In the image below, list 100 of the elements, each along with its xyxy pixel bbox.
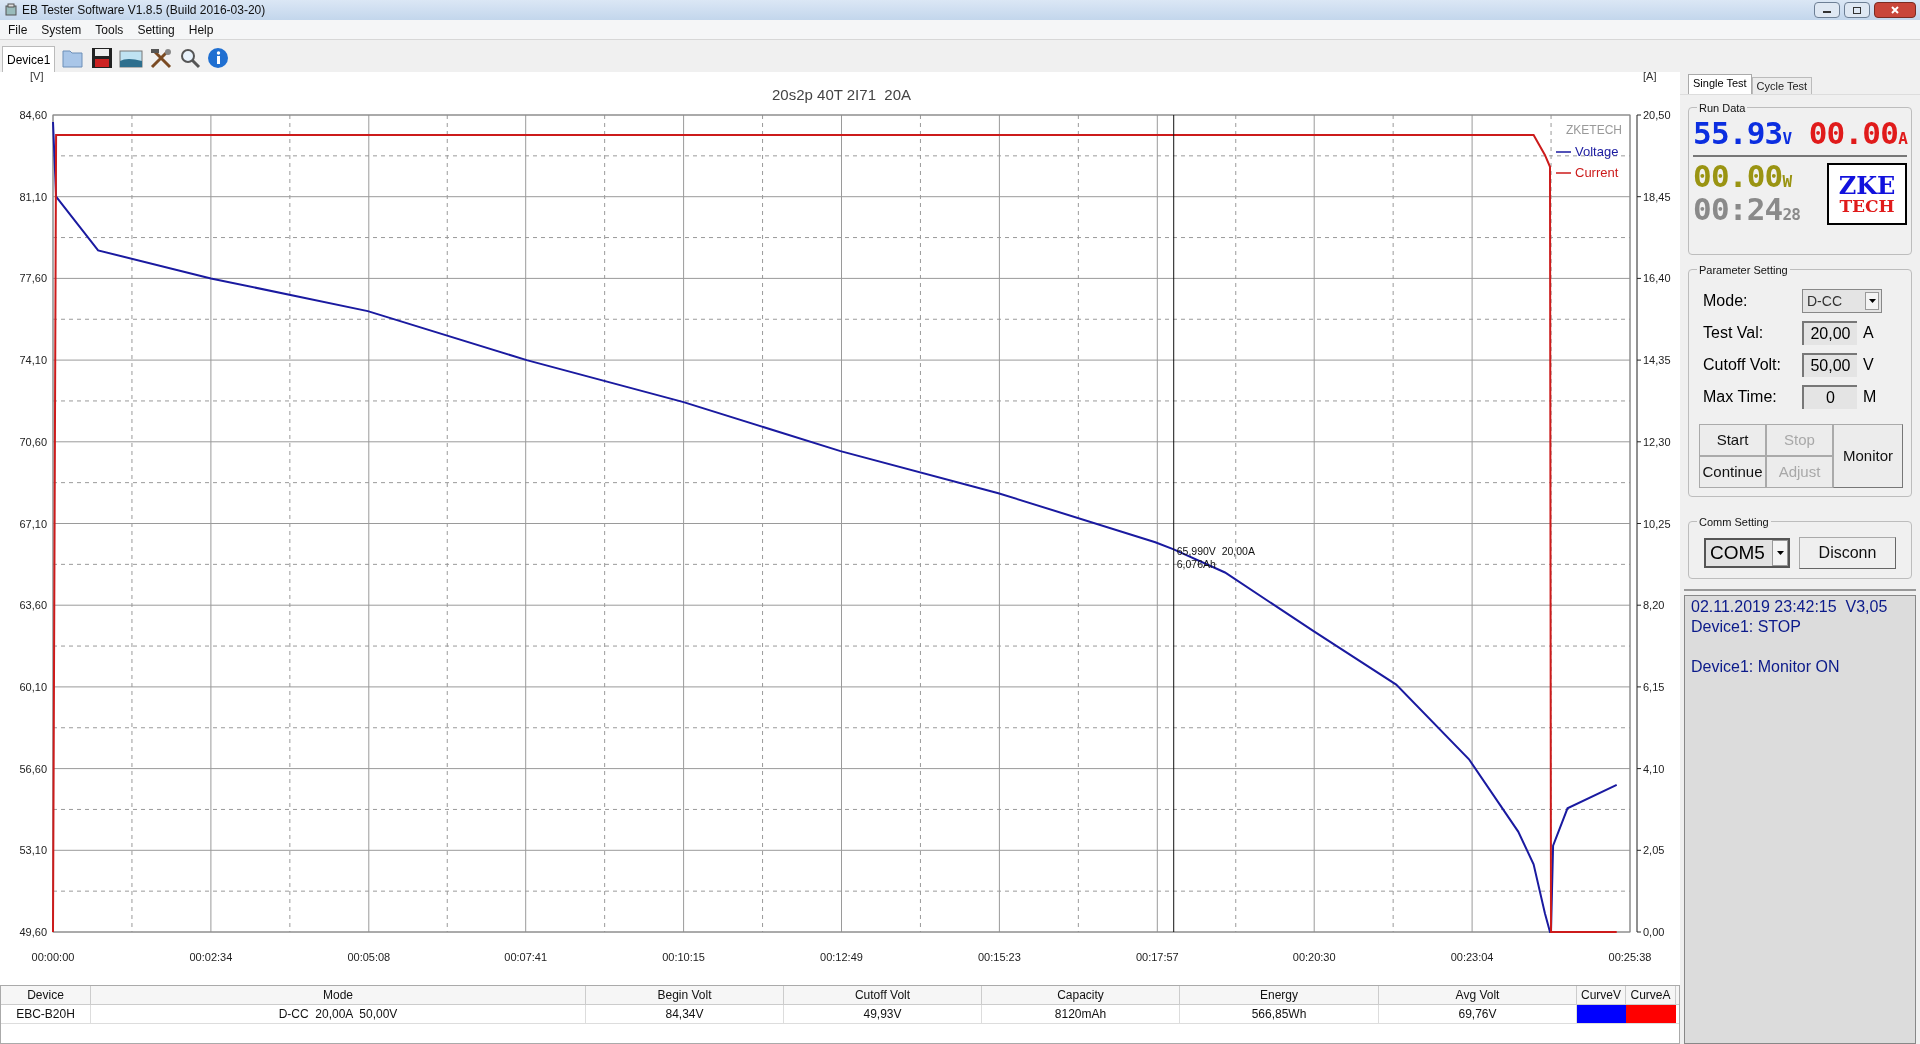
axis-tick-label: 53,10: [19, 844, 47, 857]
axis-tick-label: 70,60: [19, 435, 47, 448]
axis-tick-label: 8,20: [1643, 599, 1665, 612]
field-label: Cutoff Volt:: [1702, 355, 1782, 375]
image-icon[interactable]: [119, 49, 144, 69]
mode-select[interactable]: D-CC: [1802, 289, 1882, 313]
column-header[interactable]: Avg Volt: [1379, 986, 1577, 1004]
axis-tick-label: 84,60: [19, 109, 47, 121]
table-cell: D-CC 20,00A 50,00V: [91, 1005, 586, 1023]
maximize-button[interactable]: [1844, 2, 1870, 18]
axis-tick-label: 00:17:57: [1135, 951, 1179, 963]
app-icon: [4, 3, 18, 17]
axis-tick-label: 00:20:30: [1292, 951, 1336, 963]
chart-title: 20s2p 40T 2I71 20A: [772, 86, 911, 103]
unit-label: V: [1863, 355, 1874, 375]
disconnect-button[interactable]: Disconn: [1799, 537, 1896, 569]
axis-tick-label: 00:12:49: [820, 951, 863, 963]
axis-tick-label: 49,60: [19, 926, 47, 938]
legend-label: Voltage: [1575, 144, 1619, 159]
axis-tick-label: 77,60: [19, 272, 47, 285]
maximize-icon: [1852, 5, 1862, 15]
minimize-button[interactable]: [1814, 2, 1840, 18]
voltage-readout: 55.93V: [1693, 118, 1792, 149]
axis-tick-label: 00:10:15: [662, 951, 705, 963]
monitor-button[interactable]: Monitor: [1833, 424, 1903, 488]
axis-tick-label: 0,00: [1643, 926, 1665, 938]
current-readout: 00.00A: [1808, 118, 1907, 149]
tab[interactable]: Single Test: [1688, 74, 1752, 94]
menu-item[interactable]: System: [41, 20, 82, 39]
tab[interactable]: Cycle Test: [1751, 77, 1813, 94]
window-title: EB Tester Software V1.8.5 (Build 2016-03-20): [22, 2, 267, 19]
axis-tick-label: 63,60: [19, 599, 47, 612]
axis-tick-label: 81,10: [19, 190, 47, 203]
axis-tick-label: 00:02:34: [189, 951, 233, 963]
legend-title: ZKETECH: [1566, 123, 1622, 137]
info-icon[interactable]: [207, 47, 230, 69]
unit-label: A: [1863, 323, 1874, 343]
log-line: 02.11.2019 23:42:15 V3,05: [1691, 597, 1889, 617]
field-label: Max Time:: [1702, 387, 1778, 407]
axis-tick-label: 20,50: [1643, 109, 1671, 121]
axis-tick-label: 10,25: [1643, 517, 1671, 530]
dropdown-arrow-icon: [1776, 551, 1784, 555]
axis-tick-label: 00:23:04: [1450, 951, 1494, 963]
device-tab[interactable]: Device1: [2, 46, 56, 72]
field-label: Test Val:: [1702, 323, 1765, 343]
column-header[interactable]: Energy: [1180, 986, 1379, 1004]
axis-tick-label: 00:00:00: [31, 951, 75, 963]
axis-tick-label: 2,05: [1643, 844, 1665, 857]
logo-text: TECH: [1839, 197, 1895, 215]
column-header[interactable]: Device: [1, 986, 91, 1004]
axis-tick-label: 16,40: [1643, 272, 1671, 285]
menu-item[interactable]: Tools: [95, 20, 124, 39]
column-header[interactable]: CurveA: [1626, 986, 1676, 1004]
logo-text: ZKE: [1838, 173, 1896, 198]
unit-label: M: [1863, 387, 1877, 407]
menu-item[interactable]: File: [8, 20, 28, 39]
table-cell: 8120mAh: [982, 1005, 1180, 1023]
axis-tick-label: 00:15:23: [978, 951, 1021, 963]
table-cell: 566,85Wh: [1180, 1005, 1379, 1023]
axis-tick-label: 67,10: [19, 517, 47, 530]
time-readout: 00:2428: [1693, 194, 1801, 225]
cursor-readout: 65,990V 20,00A: [1176, 545, 1255, 558]
axis-tick-label: 4,10: [1643, 762, 1665, 775]
axis-tick-label: 60,10: [19, 680, 47, 693]
menu-item[interactable]: Help: [188, 20, 214, 39]
column-header[interactable]: Begin Volt: [586, 986, 784, 1004]
axis-tick-label: 56,60: [19, 762, 47, 775]
field-label: Mode:: [1702, 291, 1749, 311]
axis-tick-label: 18,45: [1643, 190, 1671, 203]
table-cell: 49,93V: [784, 1005, 982, 1023]
input-field[interactable]: 50,00: [1802, 353, 1857, 377]
table-cell: EBC-B20H: [1, 1005, 91, 1023]
axis-tick-label: 6,15: [1643, 680, 1665, 693]
port-select[interactable]: COM5: [1704, 538, 1790, 568]
table-cell: 84,34V: [586, 1005, 784, 1023]
axis-tick-label: 00:05:08: [347, 951, 391, 963]
search-icon[interactable]: [179, 47, 202, 69]
column-header[interactable]: Capacity: [982, 986, 1180, 1004]
close-button[interactable]: [1874, 2, 1916, 18]
input-field[interactable]: 0: [1802, 385, 1857, 409]
axis-tick-label: 00:07:41: [504, 951, 548, 963]
power-readout: 00.00W: [1693, 161, 1793, 192]
axis-unit-label: [V]: [30, 72, 44, 82]
menu-item[interactable]: Setting: [137, 20, 175, 39]
log-line: Device1: Monitor ON: [1691, 657, 1841, 677]
input-field[interactable]: 20,00: [1802, 321, 1857, 345]
axis-tick-label: 12,30: [1643, 435, 1671, 448]
dropdown-arrow-icon: [1868, 299, 1876, 303]
column-header[interactable]: CurveV: [1577, 986, 1626, 1004]
log-line: Device1: STOP: [1691, 617, 1802, 637]
axis-tick-label: 74,10: [19, 354, 47, 367]
action-button[interactable]: Start: [1699, 424, 1766, 456]
column-header[interactable]: Mode: [91, 986, 586, 1004]
save-icon[interactable]: [91, 47, 114, 69]
axis-unit-label: [A]: [1643, 72, 1657, 82]
column-header[interactable]: Cutoff Volt: [784, 986, 982, 1004]
action-button[interactable]: Continue: [1699, 456, 1766, 488]
tools-icon[interactable]: [149, 47, 174, 69]
legend-label: Current: [1575, 165, 1619, 180]
axis-tick-label: 14,35: [1643, 354, 1671, 367]
